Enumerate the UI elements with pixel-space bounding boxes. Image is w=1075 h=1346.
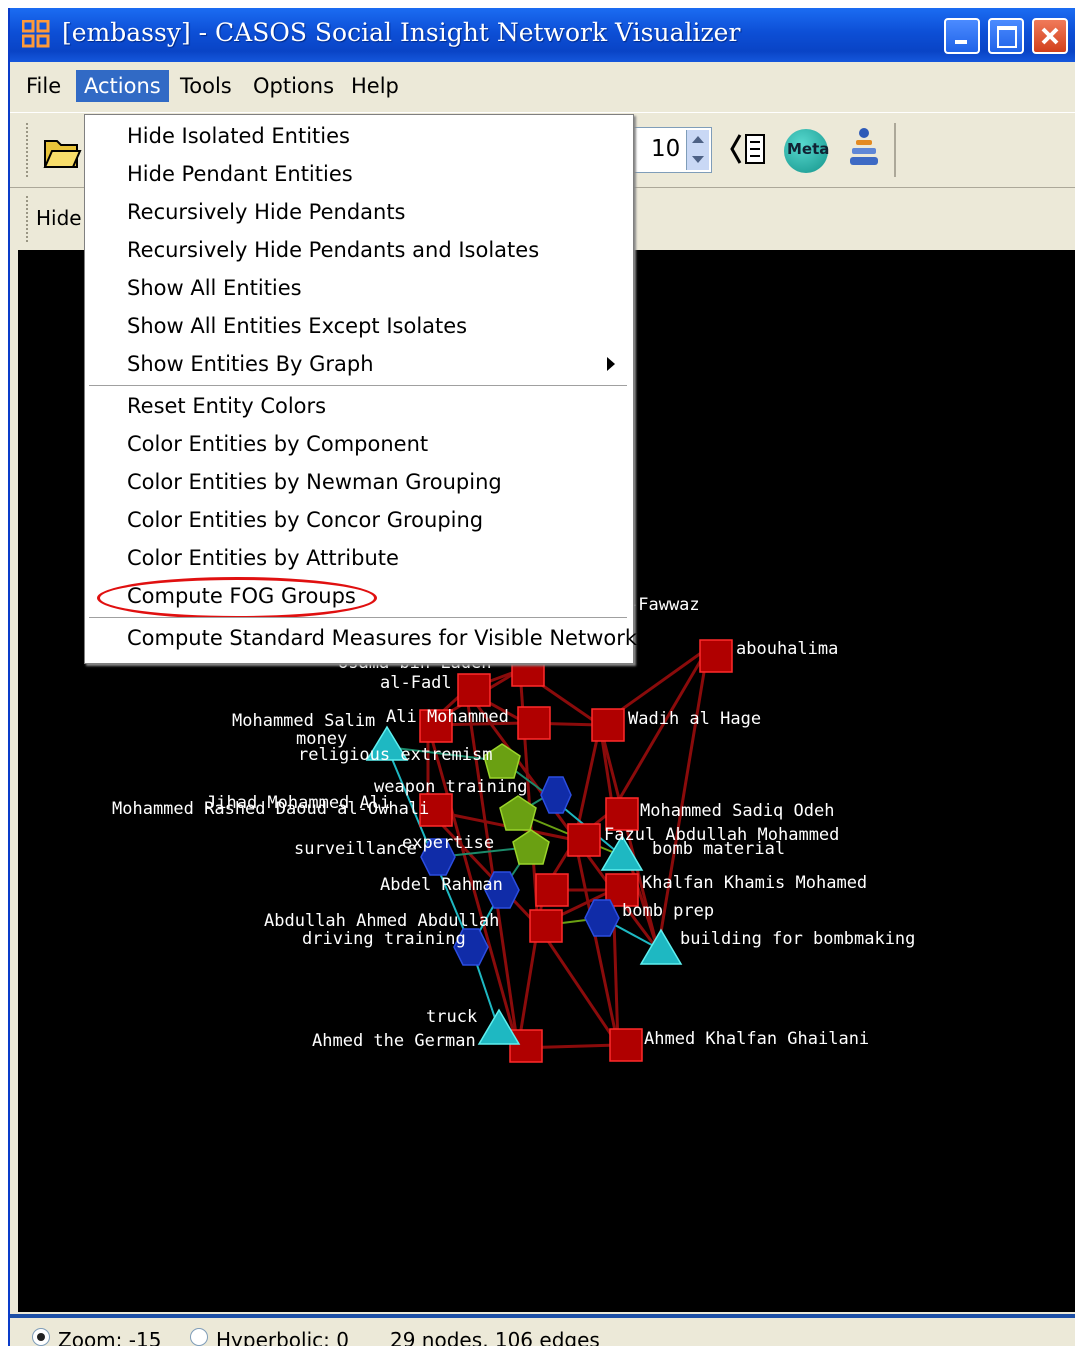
- minimize-button[interactable]: [944, 18, 980, 54]
- hyperbolic-radio[interactable]: [190, 1328, 208, 1346]
- menu-item-recursively-hide-pendants-isolates[interactable]: Recursively Hide Pendants and Isolates: [85, 231, 633, 269]
- close-button[interactable]: [1032, 18, 1068, 54]
- toolbar-grip[interactable]: [26, 196, 32, 242]
- label-fawwaz: -Fawwaz: [628, 595, 700, 615]
- window-title: [embassy] - CASOS Social Insight Network…: [62, 18, 741, 47]
- label-religious-extremism: religious extremism: [298, 745, 492, 765]
- menu-item-label: Show All Entities Except Isolates: [127, 314, 468, 338]
- menu-item-label: Show Entities By Graph: [127, 352, 374, 376]
- zoom-radio[interactable]: [32, 1328, 50, 1346]
- menu-item-label: Color Entities by Concor Grouping: [127, 508, 484, 532]
- maximize-button[interactable]: [988, 18, 1024, 54]
- menu-item-compute-standard-measures[interactable]: Compute Standard Measures for Visible Ne…: [85, 619, 637, 657]
- app-network-icon: [22, 20, 50, 48]
- actions-dropdown-menu: Hide Isolated Entities Hide Pendant Enti…: [84, 114, 637, 664]
- label-wadih-al-hage: Wadih al Hage: [628, 709, 761, 729]
- menu-item-color-by-attribute[interactable]: Color Entities by Attribute: [85, 539, 633, 577]
- status-bar: Zoom: -15 Hyperbolic: 0 29 nodes, 106 ed…: [10, 1314, 1075, 1346]
- menu-item-label: Hide Isolated Entities: [127, 124, 350, 148]
- menu-item-label: Color Entities by Newman Grouping: [127, 470, 502, 494]
- spinner-arrows-icon[interactable]: [686, 130, 709, 170]
- hyperbolic-label: Hyperbolic: 0: [216, 1328, 349, 1346]
- node-ahmed-khalfan-ghailani: [609, 1028, 643, 1062]
- spinner-field[interactable]: 10: [628, 127, 712, 173]
- menu-item-recursively-hide-pendants[interactable]: Recursively Hide Pendants: [85, 193, 633, 231]
- menu-bar: File Actions Tools Options Help: [10, 62, 1075, 110]
- submenu-arrow-icon: [607, 357, 615, 371]
- highlight-annotation: [97, 577, 377, 619]
- label-bomb-material: bomb material: [652, 839, 785, 859]
- tree-list-icon[interactable]: [728, 127, 772, 173]
- label-ahmed-khalfan-ghailani: Ahmed Khalfan Ghailani: [644, 1029, 869, 1049]
- menu-item-label: Compute Standard Measures for Visible Ne…: [127, 626, 638, 650]
- node-abdel-rahman: [535, 873, 569, 907]
- close-icon: [1041, 27, 1059, 45]
- label-surveillance: surveillance: [294, 839, 417, 859]
- title-bar[interactable]: [embassy] - CASOS Social Insight Network…: [10, 8, 1075, 62]
- label-mohammed-salim: Mohammed Salim: [232, 711, 375, 731]
- node-ahmed-the-german: [509, 1029, 543, 1063]
- menu-item-hide-isolated[interactable]: Hide Isolated Entities: [85, 117, 633, 155]
- node-edge-count: 29 nodes, 106 edges: [390, 1328, 600, 1346]
- label-mohammed-sadiq-odeh: Mohammed Sadiq Odeh: [640, 801, 834, 821]
- menu-item-reset-colors[interactable]: Reset Entity Colors: [85, 387, 633, 425]
- label-ali-mohammed: Ali Mohammed: [386, 707, 509, 727]
- meta-node-icon[interactable]: Meta: [784, 129, 830, 173]
- menu-item-hide-pendant[interactable]: Hide Pendant Entities: [85, 155, 633, 193]
- menu-item-show-all[interactable]: Show All Entities: [85, 269, 633, 307]
- label-weapon-training: weapon training: [374, 777, 528, 797]
- label-ahmed-the-german: Ahmed the German: [312, 1031, 476, 1051]
- toolbar-grip[interactable]: [26, 123, 32, 177]
- node-weapon-training-hex: [540, 776, 572, 814]
- node-wadih-al-hage: [591, 708, 625, 742]
- label-driving-training: driving training: [302, 929, 466, 949]
- menu-item-show-all-except-isolates[interactable]: Show All Entities Except Isolates: [85, 307, 633, 345]
- menu-item-label: Recursively Hide Pendants: [127, 200, 406, 224]
- label-al-fadl: al-Fadl: [380, 673, 452, 693]
- hide-button[interactable]: Hide: [36, 206, 82, 230]
- label-truck: truck: [426, 1007, 477, 1027]
- node-abdullah-ahmed-abdullah: [529, 909, 563, 943]
- app-window: [embassy] - CASOS Social Insight Network…: [8, 8, 1075, 1346]
- person-stack-icon[interactable]: [844, 125, 884, 173]
- menu-file[interactable]: File: [18, 70, 69, 102]
- minimize-icon: [955, 40, 967, 44]
- meta-label: Meta: [787, 140, 830, 158]
- menu-item-label: Color Entities by Attribute: [127, 546, 399, 570]
- maximize-icon: [997, 26, 1017, 48]
- label-abouhalima: abouhalima: [736, 639, 838, 659]
- menu-item-color-by-newman[interactable]: Color Entities by Newman Grouping: [85, 463, 633, 501]
- menu-tools[interactable]: Tools: [172, 70, 240, 102]
- menu-item-label: Show All Entities: [127, 276, 302, 300]
- menu-help[interactable]: Help: [343, 70, 407, 102]
- label-khalfan-khamis-mohamed: Khalfan Khamis Mohamed: [642, 873, 867, 893]
- toolbar-separator: [894, 123, 896, 177]
- node-fazul-abdullah-mohammed: [567, 823, 601, 857]
- spinner-value: 10: [651, 136, 681, 162]
- node-ali-mohammed: [517, 706, 551, 740]
- label-jihad-mohammed-ali: Jihad Mohammed Ali: [206, 793, 390, 813]
- node-abouhalima: [699, 639, 733, 673]
- menu-actions[interactable]: Actions: [76, 70, 169, 102]
- folder-open-icon[interactable]: [42, 131, 82, 171]
- label-abdullah-ahmed-abdullah: Abdullah Ahmed Abdullah: [264, 911, 499, 931]
- menu-item-color-by-concor[interactable]: Color Entities by Concor Grouping: [85, 501, 633, 539]
- zoom-label: Zoom: -15: [58, 1328, 162, 1346]
- label-building-for-bombmaking: building for bombmaking: [680, 929, 915, 949]
- label-abdel-rahman: Abdel Rahman: [380, 875, 503, 895]
- menu-options[interactable]: Options: [245, 70, 342, 102]
- label-bomb-prep: bomb prep: [622, 901, 714, 921]
- menu-item-label: Color Entities by Component: [127, 432, 429, 456]
- menu-item-show-by-graph[interactable]: Show Entities By Graph: [85, 345, 633, 383]
- node-al-fadl: [457, 673, 491, 707]
- menu-item-label: Reset Entity Colors: [127, 394, 327, 418]
- menu-item-label: Hide Pendant Entities: [127, 162, 353, 186]
- menu-item-label: Recursively Hide Pendants and Isolates: [127, 238, 540, 262]
- menu-item-color-by-component[interactable]: Color Entities by Component: [85, 425, 633, 463]
